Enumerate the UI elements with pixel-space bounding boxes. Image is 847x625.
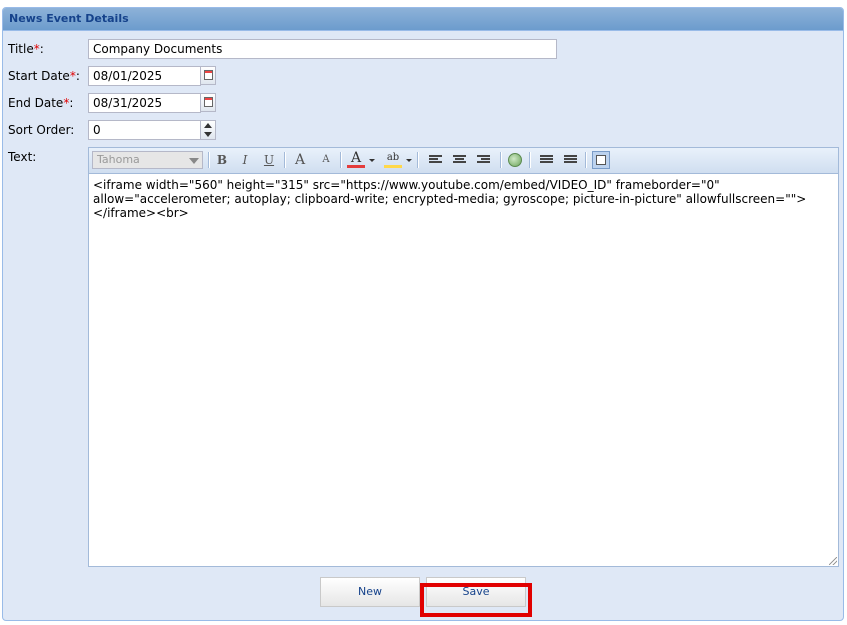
bold-button[interactable]: B <box>213 151 231 169</box>
source-edit-icon <box>596 155 606 165</box>
toolbar-divider <box>417 152 419 168</box>
panel-title: News Event Details <box>3 8 843 31</box>
sort-order-stepper[interactable] <box>200 120 216 140</box>
resize-handle-icon[interactable] <box>829 557 837 565</box>
source-edit-button[interactable] <box>592 151 610 169</box>
spin-up-icon[interactable] <box>204 123 212 128</box>
text-label: Text: <box>8 150 37 164</box>
spin-down-icon[interactable] <box>204 132 212 137</box>
editor-toolbar: Tahoma B I U A A A ab <box>89 148 838 174</box>
toolbar-divider <box>284 152 286 168</box>
toolbar-divider <box>529 152 531 168</box>
end-date-picker-button[interactable] <box>200 93 216 112</box>
editor-text-area[interactable]: <iframe width="560" height="315" src="ht… <box>89 174 838 224</box>
align-right-icon[interactable] <box>477 155 490 165</box>
title-label: Title*: <box>8 42 44 56</box>
font-family-select[interactable]: Tahoma <box>92 151 203 169</box>
title-input[interactable]: Company Documents <box>88 39 557 59</box>
sort-order-label: Sort Order: <box>8 123 75 137</box>
sort-order-input[interactable]: 0 <box>88 120 201 140</box>
unordered-list-icon[interactable] <box>564 155 577 165</box>
toolbar-divider <box>208 152 210 168</box>
html-editor: Tahoma B I U A A A ab <iframe width="560… <box>88 147 839 567</box>
end-date-label: End Date*: <box>8 96 74 110</box>
start-date-label: Start Date*: <box>8 69 80 83</box>
end-date-input[interactable]: 08/31/2025 <box>88 93 201 113</box>
underline-button[interactable]: U <box>260 151 278 169</box>
chevron-down-icon[interactable] <box>406 159 412 162</box>
calendar-icon <box>204 97 213 107</box>
toolbar-divider <box>500 152 502 168</box>
toolbar-divider <box>585 152 587 168</box>
highlight-color-button[interactable]: ab <box>384 151 402 168</box>
increase-font-button[interactable]: A <box>291 151 309 169</box>
save-highlight-box <box>420 583 532 617</box>
italic-button[interactable]: I <box>236 151 254 169</box>
ordered-list-icon[interactable] <box>540 155 553 165</box>
chevron-down-icon[interactable] <box>369 159 375 162</box>
font-color-button[interactable]: A <box>347 151 365 168</box>
new-button[interactable]: New <box>320 577 420 607</box>
toolbar-divider <box>340 152 342 168</box>
start-date-picker-button[interactable] <box>200 66 216 85</box>
start-date-input[interactable]: 08/01/2025 <box>88 66 201 86</box>
news-event-panel: News Event Details Title*: Company Docum… <box>2 7 844 621</box>
link-icon[interactable] <box>508 153 522 167</box>
calendar-icon <box>204 70 213 80</box>
decrease-font-button[interactable]: A <box>317 151 335 169</box>
align-left-icon[interactable] <box>429 155 442 165</box>
align-center-icon[interactable] <box>453 155 466 165</box>
chevron-down-icon <box>189 158 199 164</box>
